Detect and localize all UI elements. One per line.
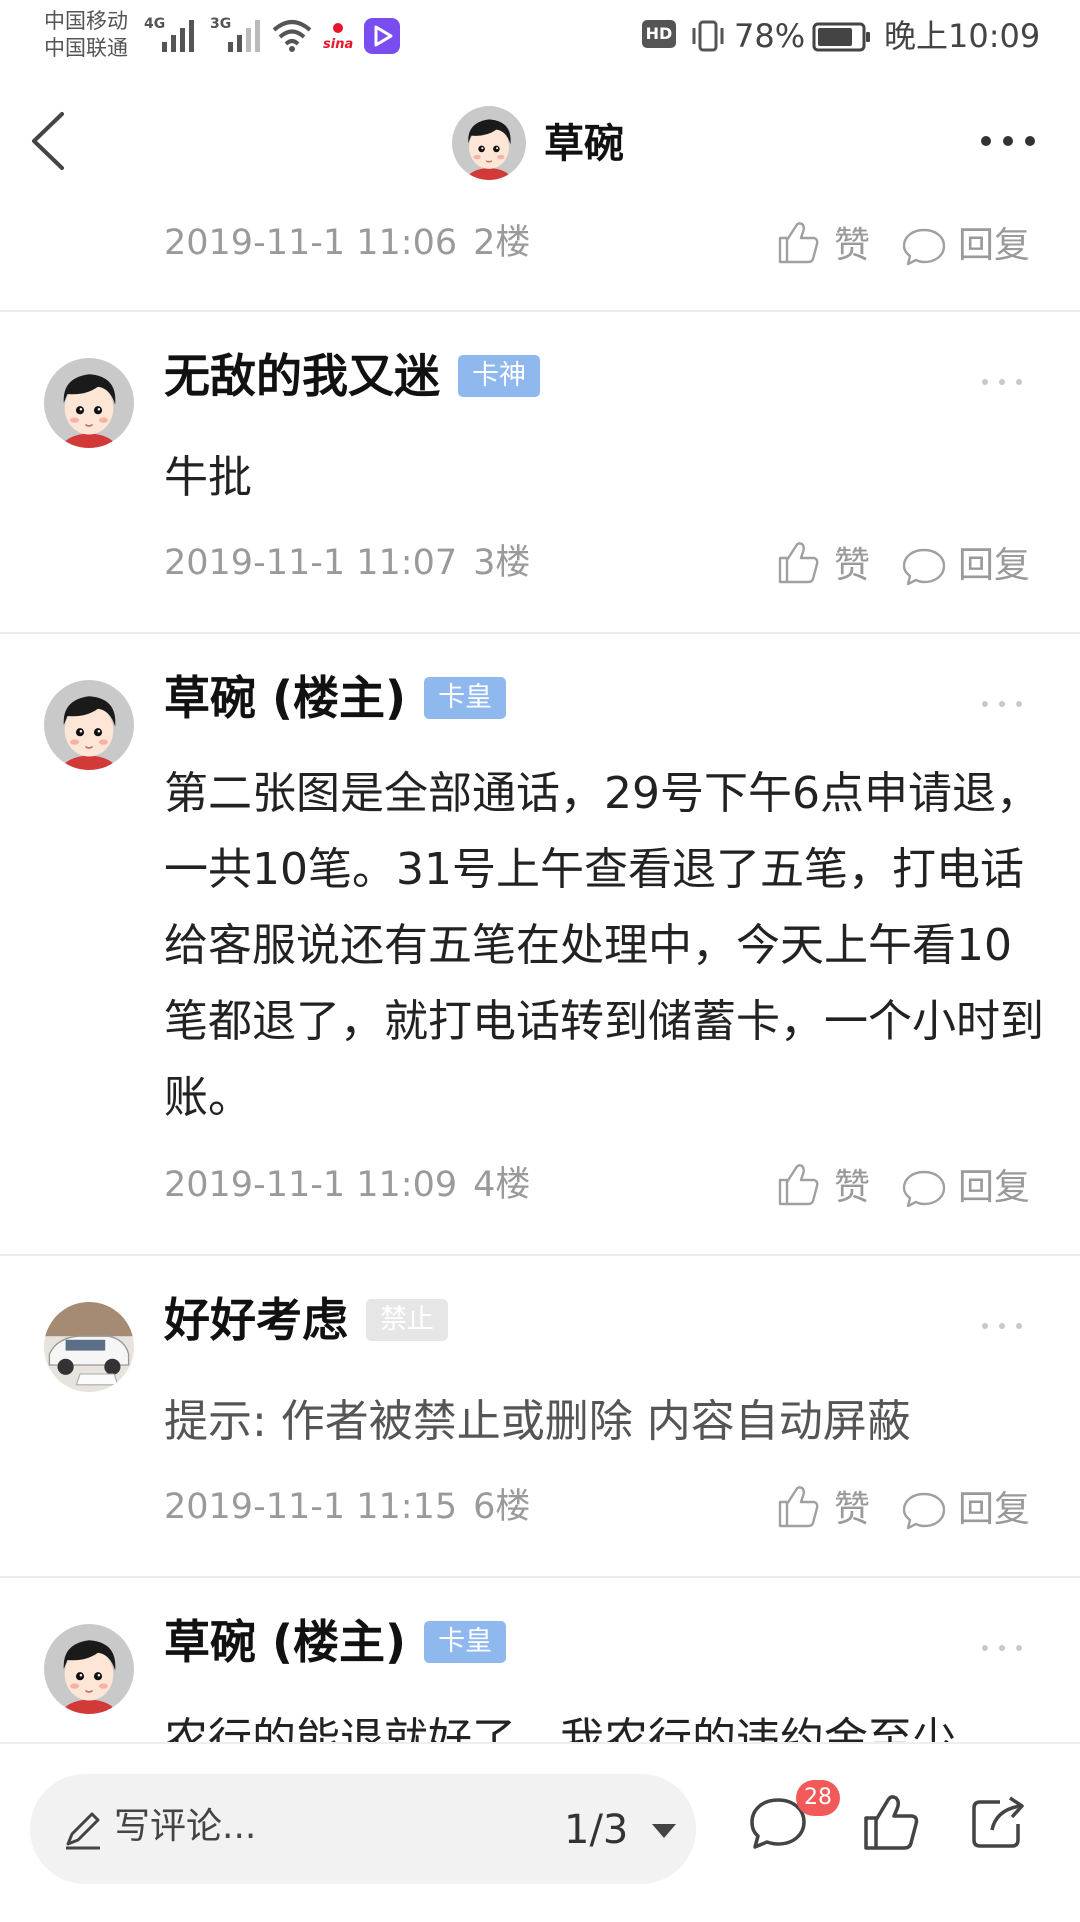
carrier-2: 中国联通 xyxy=(44,36,128,60)
carrier-labels: 中国移动 中国联通 xyxy=(44,8,128,62)
signal-icon-2 xyxy=(228,20,260,52)
like-button[interactable]: 赞 xyxy=(774,538,894,594)
floor-number: 6楼 xyxy=(473,1487,531,1527)
username-text: 草碗 (楼主) xyxy=(164,1615,407,1669)
comment-placeholder: 写评论... xyxy=(114,1806,257,1847)
comment-icon xyxy=(902,1492,946,1530)
bottom-action-bar: 写评论... 1/3 28 xyxy=(0,1742,1080,1922)
username-text: 无敌的我又迷 xyxy=(164,349,440,403)
reply-label: 回复 xyxy=(958,545,1031,586)
share-icon[interactable] xyxy=(966,1790,1030,1854)
signal-icon xyxy=(162,20,194,52)
avatar[interactable] xyxy=(44,358,134,448)
svg-text:sina: sina xyxy=(323,37,353,52)
post-time: 2019-11-1 11:06 xyxy=(164,223,458,263)
thumbs-up-icon[interactable] xyxy=(858,1790,922,1854)
author-avatar[interactable] xyxy=(452,106,526,180)
username[interactable]: 草碗 (楼主) 卡皇 xyxy=(164,668,507,728)
post-floor-next: 草碗 (楼主) 卡皇 农行的能退就好了，我农行的违约金至少 xyxy=(0,1578,1080,1742)
post-meta: 2019-11-1 11:06 2楼 xyxy=(164,218,530,268)
carrier-1: 中国移动 xyxy=(44,9,128,33)
user-badge: 禁止 xyxy=(366,1298,448,1341)
clock: 晚上10:09 xyxy=(884,17,1041,55)
thumbs-up-icon xyxy=(778,542,819,584)
post-floor-3: 无敌的我又迷 卡神 牛批 2019-11-1 11:07 3楼 赞 回复 xyxy=(0,312,1080,632)
floor-number: 4楼 xyxy=(473,1165,531,1205)
reply-button[interactable]: 回复 xyxy=(900,1160,1050,1216)
avatar[interactable] xyxy=(44,1302,134,1392)
like-button[interactable]: 赞 xyxy=(774,218,894,274)
post-time: 2019-11-1 11:07 xyxy=(164,543,458,583)
post-content: 农行的能退就好了，我农行的违约金至少 xyxy=(164,1714,956,1742)
post-floor-6: 好好考虑 禁止 提示: 作者被禁止或删除 内容自动屏蔽 2019-11-1 11:… xyxy=(0,1256,1080,1576)
reply-button[interactable]: 回复 xyxy=(900,218,1050,274)
username[interactable]: 无敌的我又迷 卡神 xyxy=(164,346,540,406)
video-app-icon xyxy=(364,18,400,54)
reply-button[interactable]: 回复 xyxy=(900,1482,1050,1538)
reply-label: 回复 xyxy=(958,1489,1031,1530)
post-meta: 2019-11-1 11:09 4楼 xyxy=(164,1160,530,1210)
username[interactable]: 好好考虑 禁止 xyxy=(164,1290,448,1350)
thumbs-up-icon xyxy=(778,1486,819,1528)
avatar[interactable] xyxy=(44,1624,134,1714)
like-button[interactable]: 赞 xyxy=(774,1482,894,1538)
reply-label: 回复 xyxy=(958,225,1031,266)
username-text: 好好考虑 xyxy=(164,1293,348,1347)
username[interactable]: 草碗 (楼主) 卡皇 xyxy=(164,1612,507,1672)
top-nav-bar: 草碗 xyxy=(0,96,1080,192)
status-bar: 中国移动 中国联通 4G 3G sina HD 78% 晚上10:09 xyxy=(0,0,1080,76)
user-badge: 卡皇 xyxy=(424,1620,507,1663)
caret-down-icon[interactable] xyxy=(650,1820,678,1842)
page-title: 草碗 xyxy=(544,121,624,167)
post-more-icon[interactable] xyxy=(980,376,1024,388)
post-more-icon[interactable] xyxy=(980,1320,1024,1332)
hd-badge: HD xyxy=(642,20,676,48)
post-time: 2019-11-1 11:15 xyxy=(164,1487,458,1527)
user-badge: 卡皇 xyxy=(424,676,507,719)
post-content: 提示: 作者被禁止或删除 内容自动屏蔽 xyxy=(164,1396,911,1447)
comment-count-badge: 28 xyxy=(796,1780,840,1816)
post-meta: 2019-11-1 11:07 3楼 xyxy=(164,538,530,588)
username-text: 草碗 (楼主) xyxy=(164,671,407,725)
like-label: 赞 xyxy=(834,545,871,586)
comment-icon xyxy=(902,228,946,266)
floor-number: 2楼 xyxy=(473,223,531,263)
wifi-icon xyxy=(272,20,312,52)
like-button[interactable]: 赞 xyxy=(774,1160,894,1216)
page-indicator[interactable]: 1/3 xyxy=(564,1802,628,1858)
battery-icon xyxy=(812,22,870,52)
comment-icon xyxy=(902,1170,946,1208)
pen-icon xyxy=(66,1812,100,1850)
reply-button[interactable]: 回复 xyxy=(900,538,1050,594)
post-more-icon[interactable] xyxy=(980,698,1024,710)
post-time: 2019-11-1 11:09 xyxy=(164,1165,458,1205)
post-floor-2: 2019-11-1 11:06 2楼 赞 回复 xyxy=(0,210,1080,310)
more-options-button[interactable] xyxy=(978,126,1038,156)
reply-label: 回复 xyxy=(958,1167,1031,1208)
comment-input[interactable]: 写评论... 1/3 xyxy=(30,1774,696,1884)
weibo-app-icon: sina xyxy=(320,18,356,54)
post-floor-4: 草碗 (楼主) 卡皇 第二张图是全部通话，29号下午6点申请退，一共10笔。31号… xyxy=(0,634,1080,1254)
thumbs-up-icon xyxy=(778,1164,819,1206)
like-label: 赞 xyxy=(834,225,871,266)
post-more-icon[interactable] xyxy=(980,1642,1024,1654)
avatar[interactable] xyxy=(44,680,134,770)
comment-icon xyxy=(902,548,946,586)
vibrate-icon xyxy=(692,20,724,52)
battery-percent: 78% xyxy=(734,17,806,55)
back-button[interactable] xyxy=(22,108,82,174)
like-label: 赞 xyxy=(834,1489,871,1530)
thumbs-up-icon xyxy=(778,222,819,264)
like-label: 赞 xyxy=(834,1167,871,1208)
post-meta: 2019-11-1 11:15 6楼 xyxy=(164,1482,530,1532)
floor-number: 3楼 xyxy=(473,543,531,583)
post-content: 第二张图是全部通话，29号下午6点申请退，一共10笔。31号上午查看退了五笔，打… xyxy=(164,768,1044,1123)
post-content: 牛批 xyxy=(164,452,252,503)
user-badge: 卡神 xyxy=(458,354,540,397)
